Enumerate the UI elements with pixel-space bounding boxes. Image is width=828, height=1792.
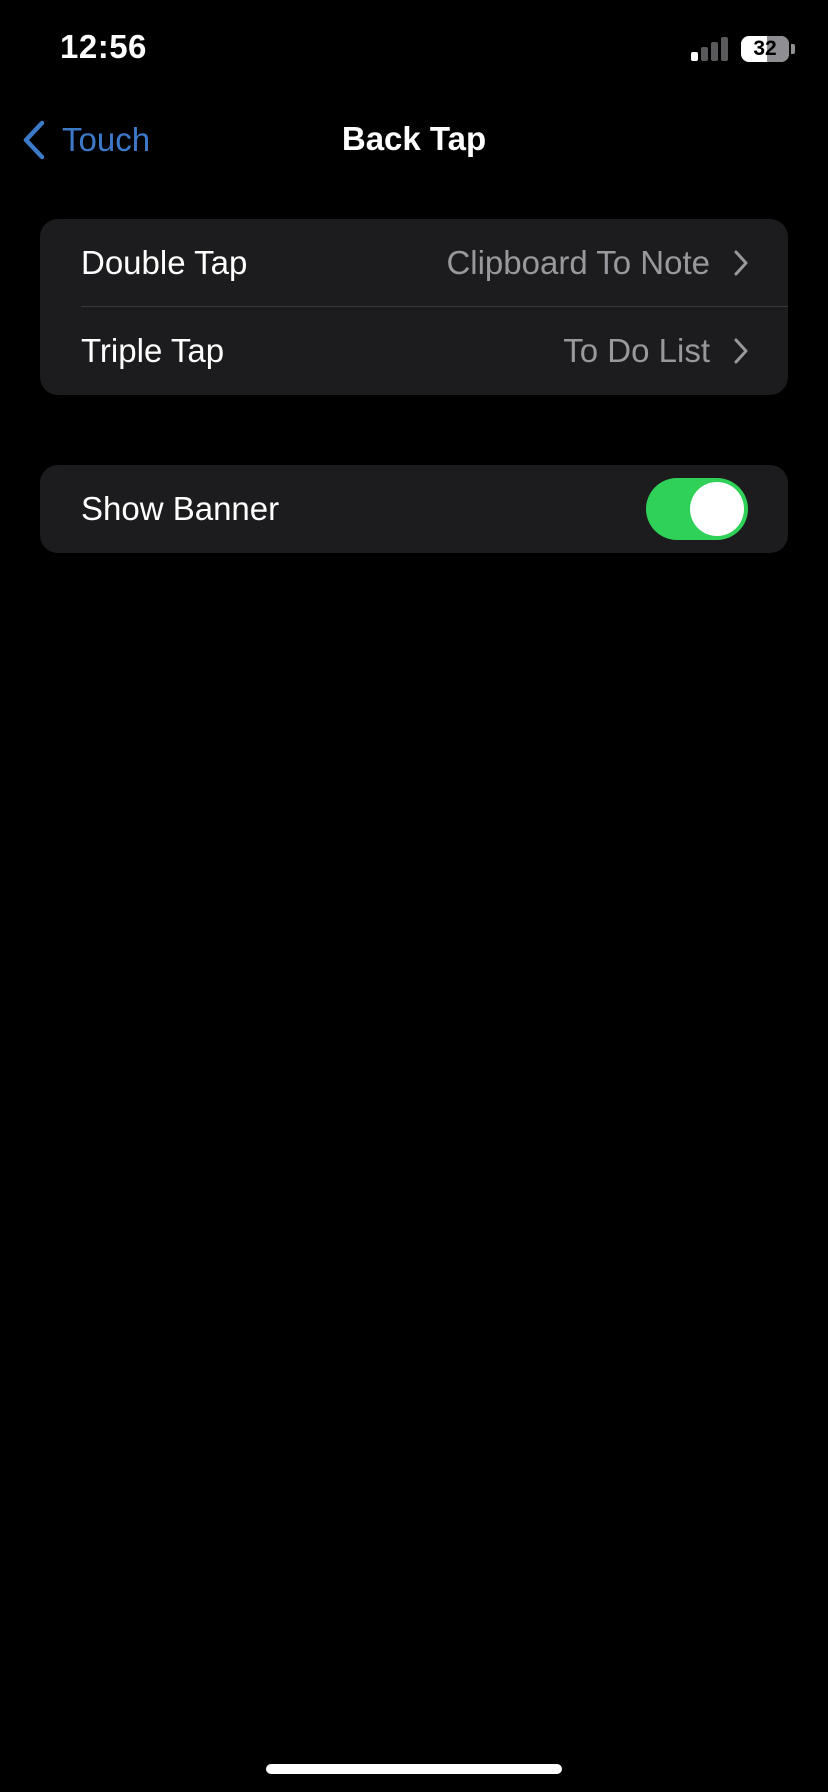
gesture-settings-group: Double Tap Clipboard To Note Triple Tap … — [40, 219, 788, 395]
triple-tap-label: Triple Tap — [81, 332, 225, 369]
double-tap-value: Clipboard To Note — [446, 244, 710, 281]
show-banner-toggle[interactable] — [646, 478, 748, 540]
status-time: 12:56 — [60, 28, 147, 65]
home-indicator[interactable] — [266, 1764, 562, 1774]
chevron-right-icon — [734, 250, 748, 276]
banner-settings-group: Show Banner — [40, 465, 788, 553]
triple-tap-row[interactable]: Triple Tap To Do List — [40, 307, 788, 395]
battery-icon: 32 — [741, 36, 789, 62]
battery-level: 32 — [753, 37, 777, 60]
navigation-bar: Touch Back Tap — [0, 100, 828, 180]
double-tap-label: Double Tap — [81, 244, 248, 281]
show-banner-row: Show Banner — [40, 465, 788, 553]
show-banner-label: Show Banner — [81, 490, 280, 527]
battery-nub — [791, 44, 795, 54]
chevron-right-icon — [734, 338, 748, 364]
signal-icon — [691, 37, 729, 61]
page-title: Back Tap — [341, 120, 487, 157]
toggle-knob — [690, 482, 744, 536]
triple-tap-value: To Do List — [563, 332, 710, 369]
double-tap-row[interactable]: Double Tap Clipboard To Note — [40, 219, 788, 307]
status-bar: 12:56 32 — [0, 0, 828, 100]
